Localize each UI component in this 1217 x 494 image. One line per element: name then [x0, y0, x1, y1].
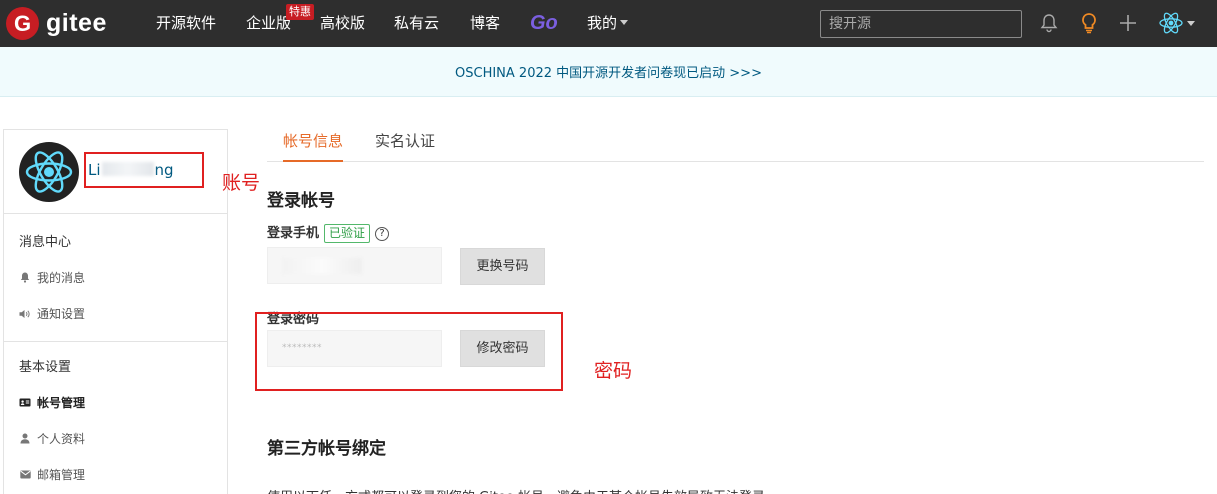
phone-number-redacted: [282, 258, 362, 274]
nav-go[interactable]: Go: [530, 0, 558, 47]
sidebar-divider: [4, 341, 227, 342]
speaker-icon: [19, 308, 31, 320]
plus-icon[interactable]: [1116, 11, 1140, 35]
tab-account-info[interactable]: 帐号信息: [283, 130, 344, 162]
sidebar-item-email-management[interactable]: 邮箱管理: [19, 466, 85, 483]
chevron-down-icon: [620, 20, 629, 25]
login-account-title: 登录帐号: [267, 191, 335, 211]
settings-tabs: 帐号信息 实名认证: [267, 120, 1204, 162]
top-navbar: G gitee 开源软件 企业版 特惠 高校版 私有云 博客 Go 我的: [0, 0, 1217, 47]
nav-mine-dropdown[interactable]: 我的: [587, 0, 629, 47]
change-phone-button[interactable]: 更换号码: [460, 248, 545, 285]
search-input[interactable]: [820, 10, 1022, 38]
user-icon: [19, 433, 31, 445]
help-icon[interactable]: ?: [375, 227, 390, 241]
sidebar-item-label: 个人资料: [37, 432, 86, 446]
phone-label: 登录手机: [267, 226, 320, 241]
sidebar-item-profile[interactable]: 个人资料: [19, 430, 85, 447]
password-annotation-label: 密码: [594, 360, 633, 382]
tab-real-name-verification[interactable]: 实名认证: [375, 130, 435, 162]
third-party-binding-title: 第三方帐号绑定: [267, 439, 386, 459]
menu-section-basic-settings: 基本设置: [19, 360, 72, 375]
phone-field-row: 登录手机 已验证?: [267, 222, 390, 243]
nav-enterprise[interactable]: 企业版: [246, 0, 291, 47]
sidebar-item-label: 邮箱管理: [37, 468, 86, 482]
enterprise-promo-badge: 特惠: [286, 4, 314, 20]
id-card-icon: [19, 397, 31, 409]
third-party-description: 使用以下任一方式都可以登录到您的 Gitee 帐号，避免由于某个帐号失效导致无法…: [267, 486, 765, 494]
gitee-logo[interactable]: G gitee: [6, 7, 107, 40]
menu-section-message-center: 消息中心: [19, 235, 72, 250]
mail-icon: [19, 469, 31, 481]
sidebar-item-account-management[interactable]: 帐号管理: [19, 394, 85, 411]
phone-display-field: [267, 247, 442, 284]
sidebar-item-label: 帐号管理: [37, 396, 86, 410]
chevron-down-icon: [1187, 20, 1195, 26]
nav-blog[interactable]: 博客: [470, 0, 500, 47]
password-highlight-box: [255, 312, 563, 391]
user-avatar-menu[interactable]: [1158, 11, 1196, 35]
sidebar-item-notification-settings[interactable]: 通知设置: [19, 305, 85, 322]
gitee-logo-mark: G: [6, 7, 39, 40]
announcement-banner: OSCHINA 2022 中国开源开发者问卷现已启动 >>>: [0, 47, 1217, 97]
lightbulb-icon[interactable]: [1077, 11, 1101, 35]
nav-open-source[interactable]: 开源软件: [156, 0, 216, 47]
nav-mine-label: 我的: [587, 14, 618, 32]
bell-icon: [19, 272, 31, 284]
react-atom-icon: [25, 151, 73, 193]
sidebar-item-label: 我的消息: [37, 271, 86, 285]
avatar[interactable]: [19, 142, 79, 202]
nav-private-cloud[interactable]: 私有云: [394, 0, 439, 47]
banner-link[interactable]: OSCHINA 2022 中国开源开发者问卷现已启动 >>>: [455, 66, 762, 81]
nav-university[interactable]: 高校版: [320, 0, 365, 47]
bell-icon[interactable]: [1037, 11, 1061, 35]
sidebar-item-label: 通知设置: [37, 307, 86, 321]
verified-badge: 已验证: [324, 224, 371, 243]
react-atom-icon: [1159, 12, 1183, 34]
account-annotation-label: 账号: [222, 172, 261, 194]
account-highlight-box: [84, 152, 204, 188]
gitee-logo-text: gitee: [46, 9, 107, 37]
sidebar-item-my-messages[interactable]: 我的消息: [19, 269, 85, 286]
